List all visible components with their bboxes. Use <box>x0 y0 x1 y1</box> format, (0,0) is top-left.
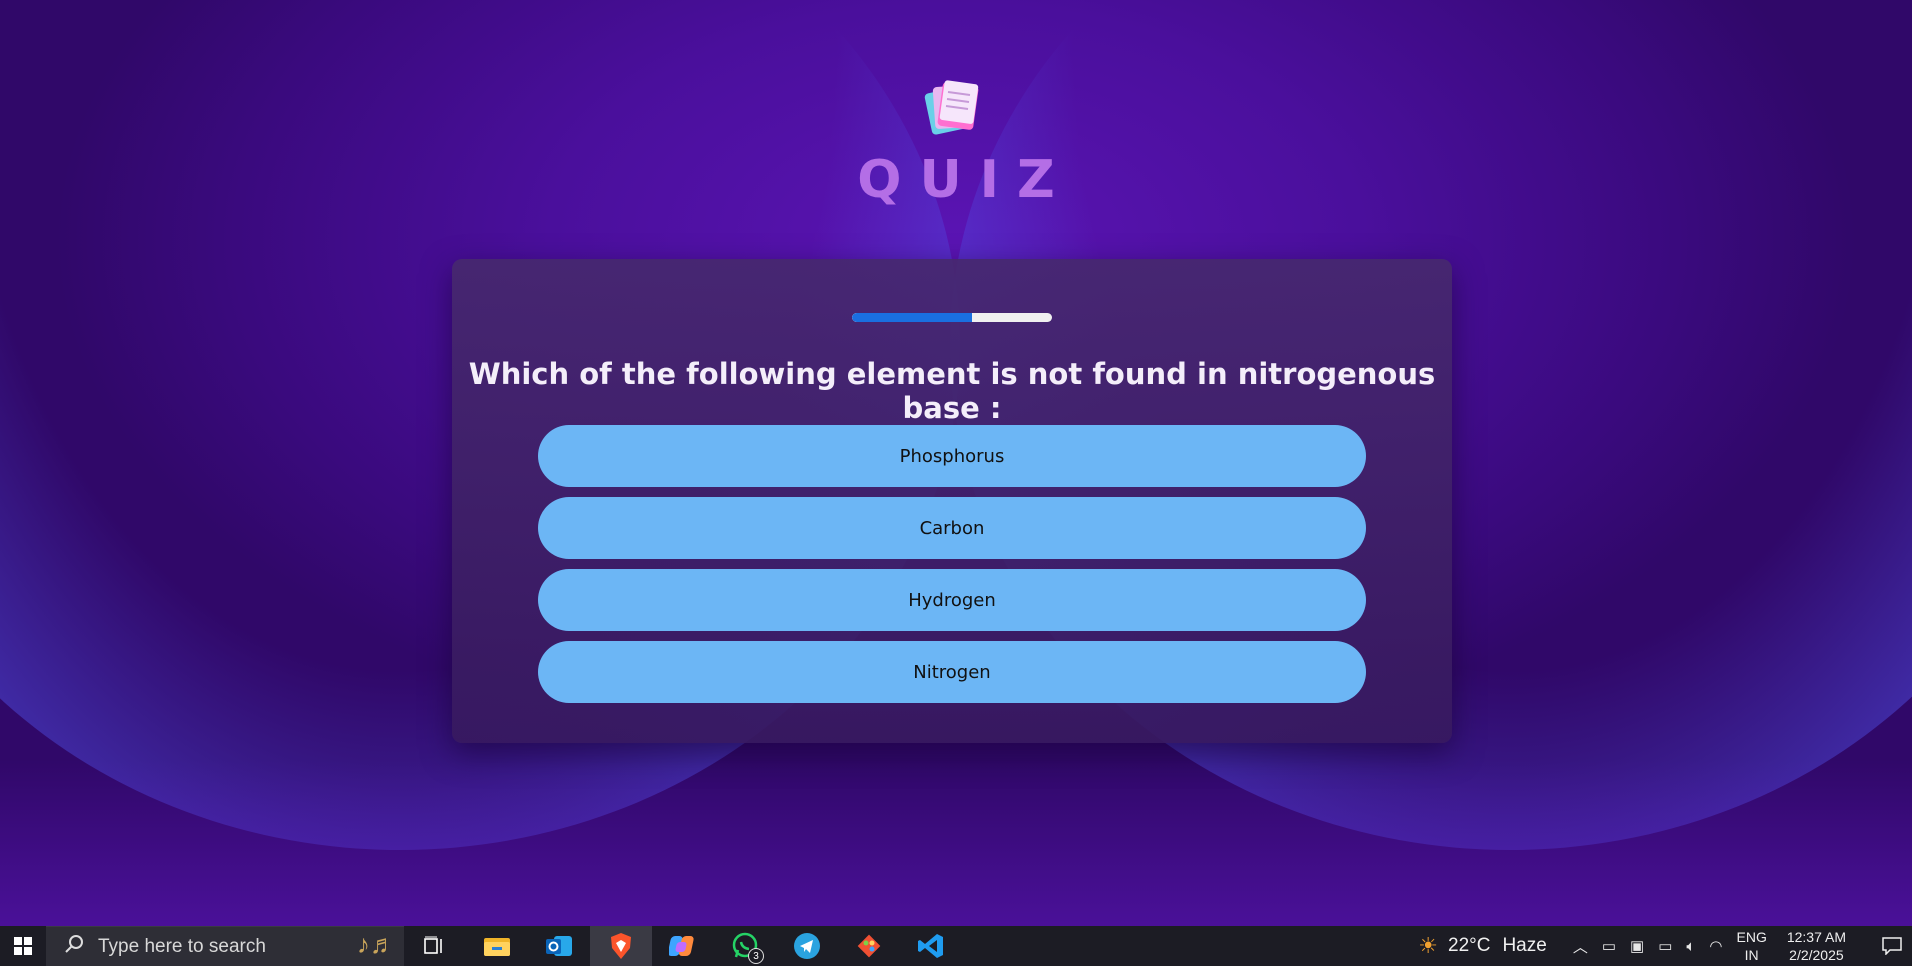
task-view-icon[interactable] <box>404 926 466 966</box>
language-code: ENG <box>1736 929 1767 945</box>
search-highlight-icon: ♪♬ <box>357 929 396 959</box>
windows-logo-icon <box>14 937 32 955</box>
chevron-up-icon[interactable]: ︿ <box>1573 936 1588 957</box>
search-placeholder: Type here to search <box>98 935 266 957</box>
start-button[interactable] <box>0 926 46 966</box>
answer-option-1[interactable]: Phosphorus <box>538 425 1366 487</box>
answer-options: Phosphorus Carbon Hydrogen Nitrogen <box>538 425 1366 713</box>
weather-temp: 22°C <box>1448 935 1491 956</box>
telegram-icon[interactable] <box>776 926 838 966</box>
whatsapp-badge: 3 <box>748 948 764 964</box>
brave-icon[interactable] <box>590 926 652 966</box>
language-indicator[interactable]: ENG IN <box>1737 928 1767 964</box>
wifi-icon[interactable]: ◠ <box>1709 937 1722 955</box>
progress-bar-fill <box>852 313 972 322</box>
display-icon[interactable]: ▣ <box>1630 937 1644 955</box>
haze-weather-icon: ☀ <box>1418 933 1438 958</box>
battery-icon[interactable]: ▭ <box>1658 937 1672 955</box>
answer-option-2[interactable]: Carbon <box>538 497 1366 559</box>
taskbar-search-box[interactable]: Type here to search ♪♬ <box>46 926 404 966</box>
vscode-icon[interactable] <box>900 926 962 966</box>
answer-option-3[interactable]: Hydrogen <box>538 569 1366 631</box>
question-text: Which of the following element is not fo… <box>468 357 1436 425</box>
outlook-icon[interactable] <box>528 926 590 966</box>
background-glow <box>0 760 1912 926</box>
progress-bar <box>852 313 1052 322</box>
volume-icon[interactable]: 🔈︎ <box>1686 938 1695 955</box>
notification-center-icon[interactable] <box>1872 937 1912 955</box>
file-explorer-icon[interactable] <box>466 926 528 966</box>
quiz-card: Which of the following element is not fo… <box>452 259 1452 743</box>
answer-option-4[interactable]: Nitrogen <box>538 641 1366 703</box>
copilot-icon[interactable] <box>652 926 714 966</box>
weather-condition: Haze <box>1502 935 1547 956</box>
clock[interactable]: 12:37 AM 2/2/2025 <box>1787 928 1846 964</box>
language-region: IN <box>1744 947 1759 963</box>
weather-widget[interactable]: ☀ 22°C Haze <box>1418 933 1547 959</box>
search-icon <box>64 934 84 960</box>
git-icon[interactable] <box>838 926 900 966</box>
page-title: QUIZ <box>857 150 1073 210</box>
meet-now-icon[interactable]: ▭ <box>1602 937 1616 955</box>
clock-date: 2/2/2025 <box>1789 947 1844 963</box>
system-tray: ︿ ▭ ▣ ▭ 🔈︎ ◠ <box>1573 936 1723 957</box>
windows-taskbar: Type here to search ♪♬ 3 ☀ 22°C Haze ︿ ▭… <box>0 926 1912 966</box>
quiz-logo-icon <box>920 76 984 140</box>
clock-time: 12:37 AM <box>1786 929 1846 945</box>
whatsapp-icon[interactable]: 3 <box>714 926 776 966</box>
